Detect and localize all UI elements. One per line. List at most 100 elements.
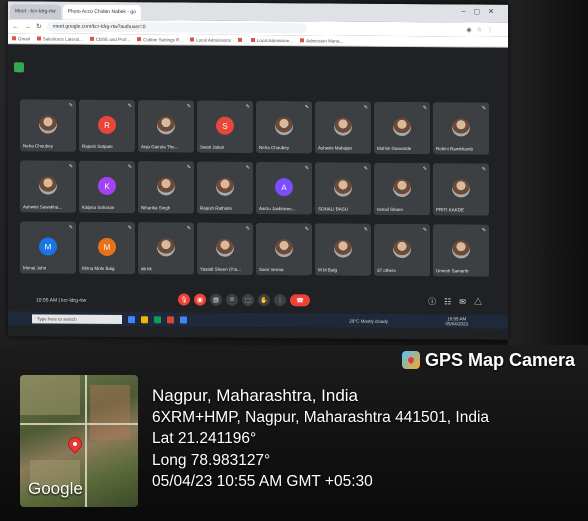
camera-off-icon[interactable]: ▣ [194, 293, 206, 306]
participant-name: Kalpna Saharan [82, 204, 115, 210]
raise-hand-icon[interactable]: ✋ [258, 294, 270, 307]
meet-app-icon [14, 62, 24, 73]
bookmark-item[interactable]: Gmail [12, 36, 30, 41]
avatar: R [98, 115, 116, 135]
participant-name: SONALI BASU [318, 206, 349, 212]
bookmark-item[interactable]: Cubbie Settings R... [137, 37, 183, 42]
participant-tile[interactable]: ✎ ab kk [138, 222, 194, 275]
participant-tile[interactable]: ✎ Ashwini Sawakha... [20, 160, 76, 213]
mic-off-icon[interactable]: 🎙 [178, 293, 190, 306]
participant-tile[interactable]: ✎ PRITI KAKDE [433, 163, 489, 216]
meeting-info: 10:55 AM | kcr-ldrg-rtw [36, 297, 87, 304]
avatar: A [275, 178, 293, 197]
gps-title: GPS Map Camera [425, 349, 576, 370]
bookmark-item[interactable]: Admission Mana... [300, 38, 343, 43]
mic-muted-icon: ✎ [363, 104, 368, 111]
present-icon[interactable]: ⬚ [242, 293, 254, 306]
weather-widget[interactable]: 29°C Mostly cloudy [349, 318, 388, 323]
mic-muted-icon: ✎ [245, 225, 250, 232]
avatar: S [216, 116, 234, 135]
mic-muted-icon: ✎ [68, 163, 73, 170]
participant-tile[interactable]: ✎ SONALI BASU [315, 162, 371, 215]
reload-icon[interactable]: ↻ [36, 22, 42, 30]
url-input[interactable]: meet.google.com/kcr-ldrg-rtw?authuser=0 [46, 21, 307, 34]
participant-tile[interactable]: ✎ S Swati Jaitan [197, 100, 253, 153]
captions-icon[interactable]: ▤ [210, 293, 222, 306]
map-field [90, 385, 130, 440]
participant-tile[interactable]: ✎ Umesh Samarth [433, 224, 489, 277]
browser-tab-photo[interactable]: Photo Acco Chidan Nabek - go [62, 4, 141, 21]
participant-name: Neha Choubey [23, 143, 54, 149]
meet-side-controls[interactable]: ⓘ☷✉△ [428, 296, 490, 307]
participant-tile[interactable]: ✎ R Rajesh Satpute [79, 99, 135, 153]
participant-tile[interactable]: ✎ M Mirna Mole Baig [79, 221, 135, 275]
participant-tile[interactable]: ✎ Niharika Singh [138, 161, 194, 214]
bookmark-item[interactable]: CBSE and Prof... [90, 36, 130, 41]
participant-name: PRITI KAKDE [436, 207, 465, 213]
participant-tile[interactable]: ✎ Sarvi Verma [256, 222, 312, 276]
file-explorer-icon[interactable] [141, 315, 148, 323]
system-clock[interactable]: 10:55 AM 05/04/2023 [445, 316, 468, 326]
participant-name: Sarvi Verma [259, 267, 284, 273]
participant-tile[interactable]: ✎ 37 others [374, 223, 430, 277]
map-road [85, 375, 87, 507]
mic-muted-icon: ✎ [363, 165, 368, 172]
bookmark-item[interactable]: Local Admission... [251, 37, 293, 42]
participant-tile[interactable]: ✎ Yasadi Sheen (Yra... [197, 222, 253, 275]
mic-muted-icon: ✎ [127, 164, 132, 171]
participant-name: M M Balg [318, 267, 338, 273]
extension-icons[interactable]: ◉☆⋮ [466, 26, 498, 33]
meet-footer: 10:55 AM | kcr-ldrg-rtw 🎙 ▣ ▤ ☺ ⬚ ✋ ⋮ ☎ … [8, 290, 508, 313]
gps-city: Nagpur, Maharashtra, India [152, 386, 359, 405]
participant-grid: ✎ Neha Choubey ✎ R Rajesh Satpute ✎ Anju Gairo… [20, 99, 490, 277]
participant-tile[interactable]: ✎ Mohini Ganvarde [374, 101, 430, 155]
participant-tile[interactable]: ✎ K Kalpna Saharan [79, 160, 135, 214]
more-options-icon[interactable]: ⋮ [274, 294, 286, 307]
participant-name: Ashwini Sawakha... [23, 204, 63, 210]
browser-tab-meet[interactable]: Meet - kcr-ldrg-rtw [10, 4, 61, 20]
task-view-icon[interactable] [128, 315, 135, 323]
participant-tile[interactable]: ✎ Rajesh Rathiote [197, 161, 253, 214]
participant-tile[interactable]: ✎ Neha Choubey [20, 99, 76, 152]
bookmark-item[interactable] [238, 37, 244, 42]
emoji-icon[interactable]: ☺ [226, 293, 238, 306]
bookmark-item[interactable]: Local Admissions [190, 37, 231, 42]
app-icon[interactable] [167, 315, 174, 323]
participant-tile[interactable]: ✎ Rohini Ramkhamb [433, 102, 489, 155]
participant-tile[interactable]: ✎ M M Balg [315, 223, 371, 276]
windows-taskbar: Type here to search 29°C Mostly cloudy 1… [8, 311, 508, 329]
participant-tile[interactable]: ✎ Neha Choubey [256, 100, 312, 154]
mic-muted-icon: ✎ [422, 227, 427, 234]
taskbar-search-input[interactable]: Type here to search [32, 313, 122, 324]
participant-tile[interactable]: ✎ Anju Gairola The... [138, 100, 194, 153]
back-icon[interactable]: ← [12, 23, 19, 30]
mic-muted-icon: ✎ [186, 103, 191, 110]
app-icon[interactable] [180, 315, 187, 324]
participant-name: ab kk [141, 266, 152, 272]
mic-muted-icon: ✎ [304, 104, 309, 111]
gps-datetime: 05/04/23 10:55 AM GMT +05:30 [152, 473, 373, 490]
avatar [334, 239, 352, 258]
avatar [39, 115, 57, 134]
chrome-icon[interactable] [154, 315, 161, 323]
avatar: M [39, 237, 57, 256]
participant-tile[interactable]: ✎ Ashwini Mahajan [315, 101, 371, 154]
participant-tile[interactable]: ✎ A Aarzu Jasbrame... [256, 161, 312, 215]
window-controls[interactable]: –▢✕ [462, 7, 502, 15]
google-logo: Google [28, 479, 83, 498]
participant-tile[interactable]: ✎ Ismail Shoen [374, 162, 430, 216]
participant-tile[interactable]: ✎ M Mirnal John [20, 221, 76, 274]
avatar [452, 179, 470, 198]
meet-window: ✎ Neha Choubey ✎ R Rajesh Satpute ✎ Anju Gairo… [8, 44, 508, 315]
bookmark-item[interactable]: Salesforce Lateral... [37, 36, 83, 41]
mic-muted-icon: ✎ [68, 102, 73, 109]
leave-call-button[interactable]: ☎ [290, 294, 310, 307]
mic-muted-icon: ✎ [481, 227, 486, 234]
gps-address: 6XRM+HMP, Nagpur, Maharashtra 441501, In… [152, 408, 490, 426]
participant-name: Neha Choubey [259, 145, 290, 151]
participant-name: Umesh Samarth [436, 268, 469, 274]
avatar [275, 239, 293, 258]
forward-icon[interactable]: → [24, 23, 31, 30]
participant-name: Rajesh Rathiote [200, 205, 233, 211]
avatar: M [98, 237, 116, 257]
